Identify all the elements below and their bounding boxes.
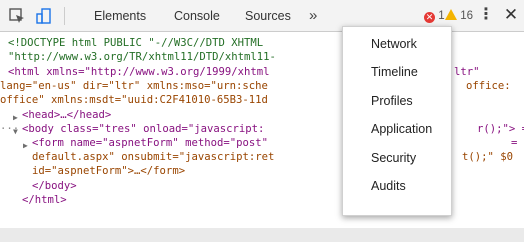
menu-item-audits[interactable]: Audits <box>371 179 406 193</box>
form-tail-fragment: t();" $0 <box>462 151 514 163</box>
warning-icon <box>445 9 457 20</box>
menu-item-application[interactable]: Application <box>371 122 432 136</box>
form-attrs-line[interactable]: default.aspx" onsubmit="javascript:ret <box>32 151 274 165</box>
html-attrs-line-2[interactable]: office" xmlns:msdt="uuid:C2F41010-65B3-1… <box>0 94 268 108</box>
doctype-line[interactable]: <!DOCTYPE html PUBLIC "-//W3C//DTD XHTML <box>8 37 263 51</box>
customize-menu-icon[interactable]: ⋮ <box>478 7 494 25</box>
form-node[interactable]: <form name="aspnetForm" method="post" <box>32 137 268 151</box>
collapse-body-icon[interactable]: ▼ <box>13 125 18 139</box>
html-close-tag[interactable]: </html> <box>22 194 67 208</box>
close-icon[interactable]: ✕ <box>503 6 519 24</box>
menu-item-network[interactable]: Network <box>371 37 417 51</box>
error-icon: ✕ <box>424 12 435 23</box>
more-tabs-button[interactable]: » <box>309 0 317 32</box>
html-attrs-line[interactable]: lang="en-us" dir="ltr" xmlns:mso="urn:sc… <box>0 80 268 94</box>
warning-count: 16 <box>460 10 473 22</box>
menu-item-security[interactable]: Security <box>371 151 416 165</box>
head-node[interactable]: <head>…</head> <box>22 109 111 123</box>
more-tabs-menu: Network Timeline Profiles Application Se… <box>342 26 452 216</box>
menu-item-profiles[interactable]: Profiles <box>371 94 413 108</box>
error-count: 1 <box>438 10 445 22</box>
expand-form-icon[interactable]: ▶ <box>23 139 28 153</box>
body-tail-fragment: r();"> = <box>477 123 524 135</box>
menu-item-timeline[interactable]: Timeline <box>371 65 418 79</box>
html-dir-fragment: ltr" <box>454 66 480 78</box>
inspect-element-icon[interactable] <box>8 7 26 25</box>
body-node[interactable]: <body class="tres" onload="javascript: <box>22 123 264 137</box>
form-id-line[interactable]: id="aspnetForm">…</form> <box>32 165 185 179</box>
tab-console[interactable]: Console <box>174 0 220 32</box>
form-eq-fragment: = <box>511 137 518 149</box>
tab-elements[interactable]: Elements <box>94 0 146 32</box>
device-toolbar-icon[interactable] <box>35 7 53 25</box>
selected-row-highlight <box>0 228 524 242</box>
tab-sources[interactable]: Sources <box>245 0 291 32</box>
html-ns-fragment: office: <box>466 80 511 92</box>
body-close-tag[interactable]: </body> <box>32 180 77 194</box>
html-open-tag[interactable]: <html xmlns="http://www.w3.org/1999/xhtm… <box>8 66 270 80</box>
toolbar-divider <box>64 7 65 25</box>
doctype-line-2[interactable]: "http://www.w3.org/TR/xhtml11/DTD/xhtml1… <box>8 51 276 65</box>
